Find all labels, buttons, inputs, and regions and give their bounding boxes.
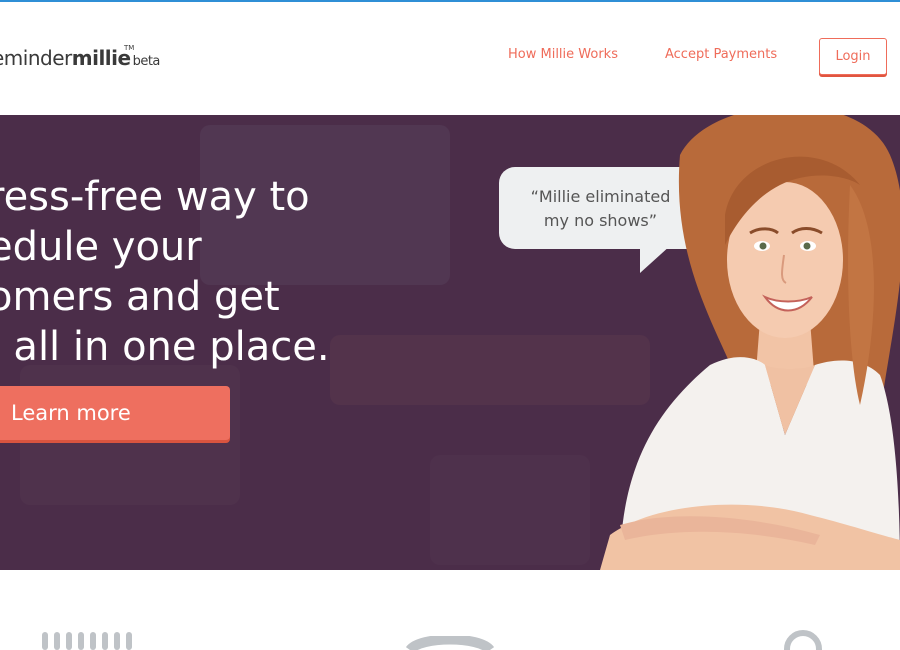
login-button[interactable]: Login xyxy=(819,38,887,75)
learn-more-button[interactable]: Learn more xyxy=(0,386,230,440)
calendar-spiral-icon xyxy=(42,632,132,650)
nav-accept-payments[interactable]: Accept Payments xyxy=(665,47,777,62)
nav-how-millie-works[interactable]: How Millie Works xyxy=(508,47,618,62)
logo-trademark: TM xyxy=(124,44,135,52)
search-icon xyxy=(784,630,822,650)
site-header: emindermillieTM beta How Millie Works Acc… xyxy=(0,2,900,115)
hero-banner: ress-free way to edule your omers and ge… xyxy=(0,115,900,570)
payment-circle-icon xyxy=(405,636,495,650)
features-strip xyxy=(0,570,900,650)
logo[interactable]: emindermillieTM beta xyxy=(0,44,161,70)
logo-text-part1: eminder xyxy=(0,46,72,70)
hero-headline: ress-free way to edule your omers and ge… xyxy=(0,174,330,370)
smiling-woman-illustration xyxy=(600,115,900,570)
logo-beta-tag: beta xyxy=(132,54,161,69)
logo-text-part2: millie xyxy=(71,46,131,70)
